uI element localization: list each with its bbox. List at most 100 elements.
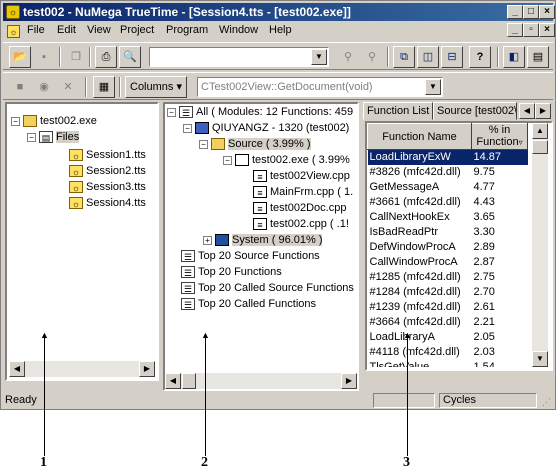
tree-item-report[interactable]: ☰ Top 20 Source Functions — [181, 249, 320, 263]
table-row[interactable]: LoadLibraryA 2.05 — [368, 330, 528, 345]
vertical-scrollbar[interactable]: ▲ ▼ — [532, 123, 548, 367]
tree-item-source[interactable]: − Source ( 3.99% ) — [199, 137, 311, 151]
scroll-left-icon[interactable]: ◀ — [165, 373, 181, 389]
scroll-right-icon[interactable]: ▶ — [139, 361, 155, 377]
table-row[interactable]: #3826 (mfc42d.dll) 9.75 — [368, 165, 528, 180]
tree-item-file[interactable]: ≡ test002Doc.cpp — [253, 201, 346, 215]
resize-grip-icon[interactable]: ⋰ — [542, 397, 551, 408]
columns-button[interactable]: Columns ▾ — [125, 76, 187, 98]
calculator-icon[interactable]: ▦ — [93, 76, 115, 98]
child-minimize-button[interactable]: _ — [507, 23, 523, 37]
collapse-icon[interactable]: − — [223, 155, 232, 165]
tab-function-list[interactable]: Function List — [363, 102, 433, 120]
scroll-right-icon[interactable]: ▶ — [341, 373, 357, 389]
table-row[interactable]: #3664 (mfc42d.dll) 2.21 — [368, 315, 528, 330]
document-icon[interactable]: ☼ — [7, 25, 20, 38]
table-row[interactable]: #4118 (mfc42d.dll) 2.03 — [368, 345, 528, 360]
find-icon[interactable]: ⚲ — [337, 46, 359, 68]
collapse-icon[interactable]: − — [183, 123, 192, 133]
tree-item-files[interactable]: − ▤ Files — [27, 130, 80, 144]
tree-item-session[interactable]: ☼ Session3.tts — [69, 180, 146, 194]
open-folder-icon[interactable]: 📂 — [9, 46, 31, 68]
table-row[interactable]: #1284 (mfc42d.dll) 2.70 — [368, 285, 528, 300]
table-row[interactable]: CallWindowProcA 2.87 — [368, 255, 528, 270]
cancel-icon[interactable]: ✕ — [57, 76, 79, 98]
tree-item-system[interactable]: + System ( 96.01% ) — [203, 233, 323, 247]
table-row[interactable]: #1285 (mfc42d.dll) 2.75 — [368, 270, 528, 285]
scroll-thumb[interactable] — [182, 373, 196, 389]
tree-label: Top 20 Source Functions — [198, 250, 320, 262]
method-combo[interactable]: CTest002View::GetDocument(void) ▼ — [197, 77, 443, 97]
menu-file[interactable]: File — [27, 24, 45, 36]
table-row[interactable]: IsBadReadPtr 3.30 — [368, 225, 528, 240]
copy-icon[interactable]: ❐ — [65, 46, 87, 68]
tree-item-session[interactable]: ☼ Session4.tts — [69, 196, 146, 210]
menu-edit[interactable]: Edit — [57, 24, 76, 36]
tree-item-file[interactable]: ≡ MainFrm.cpp ( 1. — [253, 185, 353, 199]
tree-item-module[interactable]: − test002.exe ( 3.99% — [223, 153, 350, 167]
menu-view[interactable]: View — [87, 24, 111, 36]
maximize-button[interactable]: □ — [523, 5, 539, 19]
tree-item-file[interactable]: ≡ test002.cpp ( .1! — [253, 217, 349, 231]
collapse-icon[interactable]: − — [167, 107, 176, 117]
cascade-windows-icon[interactable]: ⧉ — [393, 46, 415, 68]
column-header-percent[interactable]: % in Function▿ — [471, 123, 528, 150]
menu-program[interactable]: Program — [166, 24, 208, 36]
print-icon[interactable]: ⎙ — [95, 46, 117, 68]
truetime-icon[interactable]: ☼ — [6, 5, 20, 19]
tab-scroll-right-icon[interactable]: ▶ — [535, 103, 551, 119]
tree-item-machine[interactable]: − QIUYANGZ - 1320 (test002) — [183, 121, 349, 135]
tab-scroll-left-icon[interactable]: ◀ — [519, 103, 535, 119]
tree-item-file[interactable]: ≡ test002View.cpp — [253, 169, 350, 183]
horizontal-scrollbar[interactable]: ◀ ▶ — [9, 361, 155, 377]
split-view-icon[interactable]: ◧ — [503, 46, 525, 68]
scroll-left-icon[interactable]: ◀ — [9, 361, 25, 377]
table-row[interactable]: TlsGetValue 1.54 — [368, 360, 528, 367]
table-row[interactable]: #3661 (mfc42d.dll) 4.43 — [368, 195, 528, 210]
minimize-button[interactable]: _ — [507, 5, 523, 19]
tile-vertical-icon[interactable]: ◫ — [417, 46, 439, 68]
scroll-thumb[interactable] — [532, 140, 548, 154]
chevron-down-icon[interactable]: ▼ — [311, 49, 327, 65]
tree-item-report[interactable]: ☰ Top 20 Called Functions — [181, 297, 316, 311]
print-preview-icon[interactable]: 🔍 — [119, 46, 141, 68]
collapse-icon[interactable]: − — [27, 132, 36, 142]
horizontal-scrollbar[interactable]: ◀ ▶ — [165, 373, 357, 389]
child-close-button[interactable]: × — [539, 23, 555, 37]
context-help-icon[interactable]: ? — [469, 46, 491, 68]
tree-item-session[interactable]: ☼ Session1.tts — [69, 148, 146, 162]
close-button[interactable]: × — [539, 5, 555, 19]
pause-icon[interactable]: ◉ — [33, 76, 55, 98]
table-row[interactable]: GetMessageA 4.77 — [368, 180, 528, 195]
scroll-up-icon[interactable]: ▲ — [532, 123, 548, 139]
tree-item-all[interactable]: − ☰ All ( Modules: 12 Functions: 459 — [167, 105, 353, 119]
tree-item-report[interactable]: ☰ Top 20 Called Source Functions — [181, 281, 354, 295]
properties-icon[interactable]: ▤ — [527, 46, 549, 68]
save-icon[interactable]: ▪ — [33, 46, 55, 68]
tile-horizontal-icon[interactable]: ⊟ — [441, 46, 463, 68]
tree-item-exe[interactable]: − test002.exe — [11, 114, 97, 128]
collapse-icon[interactable]: − — [199, 139, 208, 149]
title-bar[interactable]: ☼ test002 - NuMega TrueTime - [Session4.… — [3, 3, 555, 21]
table-row[interactable]: LoadLibraryExW 14.87 — [367, 149, 528, 165]
table-row[interactable]: CallNextHookEx 3.65 — [368, 210, 528, 225]
tab-source[interactable]: Source [test002\ — [433, 102, 517, 120]
tree-label: test002.exe ( 3.99% — [252, 154, 350, 166]
find-next-icon[interactable]: ⚲ — [361, 46, 383, 68]
child-restore-button[interactable]: ▫ — [523, 23, 539, 37]
toolbar-combo[interactable]: ▼ — [149, 47, 329, 67]
column-header-function[interactable]: Function Name — [367, 123, 472, 150]
scroll-down-icon[interactable]: ▼ — [532, 351, 548, 367]
menu-window[interactable]: Window — [219, 24, 258, 36]
table-row[interactable]: DefWindowProcA 2.89 — [368, 240, 528, 255]
tree-item-session[interactable]: ☼ Session2.tts — [69, 164, 146, 178]
collapse-icon[interactable]: − — [11, 116, 20, 126]
tree-item-report[interactable]: ☰ Top 20 Functions — [181, 265, 282, 279]
stop-icon[interactable]: ■ — [9, 76, 31, 98]
menu-help[interactable]: Help — [269, 24, 292, 36]
chevron-down-icon[interactable]: ▼ — [425, 79, 441, 95]
menu-project[interactable]: Project — [120, 24, 154, 36]
table-row[interactable]: #1239 (mfc42d.dll) 2.61 — [368, 300, 528, 315]
expand-icon[interactable]: + — [203, 235, 212, 245]
function-name-cell: LoadLibraryA — [369, 331, 435, 343]
